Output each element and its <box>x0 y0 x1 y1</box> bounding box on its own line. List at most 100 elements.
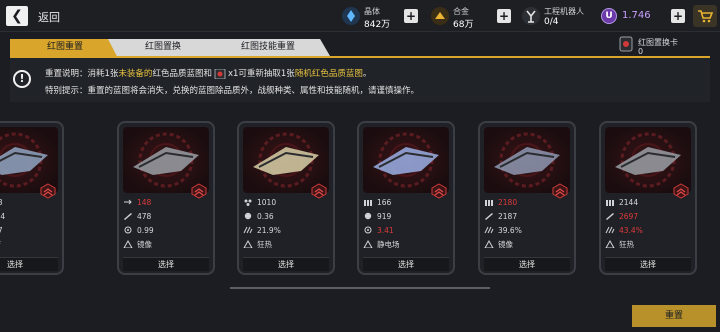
exchange-card-count: 0 <box>638 47 644 56</box>
warning-icon: ! <box>13 70 31 88</box>
target-icon <box>364 226 372 234</box>
premium-currency-icon: U <box>601 8 617 24</box>
stat-value: 2187 <box>498 212 518 221</box>
tab-red-blueprint-skill-reset[interactable]: 红图技能重置 <box>206 39 330 56</box>
ammo-icon <box>606 200 614 206</box>
add-alloy-button[interactable]: + <box>497 9 511 23</box>
stat-value: 镜像 <box>498 240 513 249</box>
stat-value: 2697 <box>619 212 639 221</box>
stat-row: 0.99 <box>123 225 209 237</box>
stat-value: 148 <box>137 198 152 207</box>
reset-button[interactable]: 重置 <box>632 305 716 327</box>
stat-value: 39.6% <box>498 226 522 235</box>
shop-button[interactable] <box>693 5 717 27</box>
stat-row: 21.9% <box>243 225 329 237</box>
resource-robot-name: 工程机器人 <box>544 7 584 16</box>
tab-red-blueprint-reset[interactable]: 红图重置 <box>10 39 120 56</box>
stat-row: 1054 <box>0 211 58 223</box>
stat-row: 166 <box>363 197 449 209</box>
alloy-icon <box>431 7 449 25</box>
top-bar: ❮ 返回 晶体 842万 + 合金 68万 + 工程机器人 0/4 U 1.74… <box>0 0 720 32</box>
missile-icon <box>606 213 614 220</box>
resource-alloy-value: 68万 <box>453 20 474 30</box>
skill-icon <box>363 240 373 248</box>
notice-text: x1可重新抽取1张 <box>227 69 295 79</box>
notice-line-2: 特别提示：重置的蓝图将会消失，兑换的蓝图除品质外，战舰种类、属性和技能随机，请谨… <box>45 86 420 96</box>
stat-row: 148 <box>123 197 209 209</box>
shield-icon <box>244 212 252 220</box>
stat-row: 静电场 <box>363 239 449 251</box>
ammo-icon <box>485 200 493 206</box>
shield-icon <box>364 212 372 220</box>
stat-value: 治疗 <box>0 240 1 249</box>
resource-alloy-name: 合金 <box>453 7 469 16</box>
stat-value: 0.99 <box>137 226 154 235</box>
notice-highlight: 未装备的 <box>118 69 153 79</box>
stat-value: 狂热 <box>257 240 272 249</box>
select-button[interactable]: 选择 <box>484 257 570 271</box>
resource-crystal-name: 晶体 <box>364 7 380 16</box>
select-button[interactable]: 选择 <box>243 257 329 271</box>
stat-row: 66.3 <box>0 197 58 209</box>
stat-row: 2180 <box>484 197 570 209</box>
stat-value: 1010 <box>257 198 277 207</box>
resource-crystal-value: 842万 <box>364 20 391 30</box>
stat-row: 919 <box>363 211 449 223</box>
blueprint-card[interactable]: 1010 0.36 21.9% 狂热选择 <box>237 121 335 275</box>
stat-row: 狂热 <box>243 239 329 251</box>
notice-line-1: 重置说明：消耗1张未装备的红色品质蓝图和 x1可重新抽取1张随机红色品质蓝图。 <box>45 67 371 79</box>
stat-value: 0.36 <box>257 212 274 221</box>
back-button[interactable]: ❮ <box>6 6 28 26</box>
blueprint-card[interactable]: 2144 2697 43.4% 狂热 选择 <box>599 121 697 275</box>
add-crystal-button[interactable]: + <box>404 9 418 23</box>
stat-value: 478 <box>137 212 152 221</box>
blueprint-card[interactable]: 66.3 1054 0.87 治疗选择 <box>0 121 64 275</box>
skill-icon <box>243 240 253 248</box>
notice-text: 。 <box>362 69 372 79</box>
premium-currency-value: 1.746 <box>622 10 651 21</box>
blueprint-card[interactable]: 166 919 3.41 静电场选择 <box>357 121 455 275</box>
stat-row: 1010 <box>243 197 329 209</box>
stat-row: 0.87 <box>0 225 58 237</box>
notice-text: 重置说明：消耗1张 <box>45 69 119 79</box>
horizontal-scrollbar[interactable] <box>230 287 490 289</box>
stat-row: 2144 <box>605 197 691 209</box>
select-button[interactable]: 选择 <box>123 257 209 271</box>
resource-robot-value: 0/4 <box>544 17 559 27</box>
missile-icon <box>485 213 493 220</box>
blueprint-card[interactable]: 2180 2187 39.6% 镜像选择 <box>478 121 576 275</box>
chevron-left-icon: ❮ <box>11 8 23 24</box>
add-premium-button[interactable]: + <box>671 9 685 23</box>
exchange-card-name: 红图置换卡 <box>638 38 678 47</box>
stat-value: 43.4% <box>619 226 643 235</box>
stat-value: 2144 <box>619 198 639 207</box>
stat-value: 1054 <box>0 212 6 221</box>
crit-icon <box>484 226 494 234</box>
blueprint-card[interactable]: 148 478 0.99 镜像选择 <box>117 121 215 275</box>
stat-value: 919 <box>377 212 392 221</box>
stat-row: 3.41 <box>363 225 449 237</box>
stat-value: 静电场 <box>377 240 400 249</box>
select-button[interactable]: 选择 <box>363 257 449 271</box>
stat-row: 治疗 <box>0 239 58 251</box>
exchange-card-icon <box>214 68 226 79</box>
notice-highlight: 随机红色品质蓝图 <box>294 69 363 79</box>
select-button[interactable]: 选择 <box>0 257 58 271</box>
crit-icon <box>243 226 253 234</box>
target-icon <box>124 226 132 234</box>
stat-value: 166 <box>377 198 392 207</box>
stat-row: 39.6% <box>484 225 570 237</box>
ammo-icon <box>364 200 372 206</box>
stat-row: 镜像 <box>123 239 209 251</box>
skill-icon <box>605 240 615 248</box>
tab-red-blueprint-exchange[interactable]: 红图置换 <box>108 39 218 56</box>
stat-row: 478 <box>123 211 209 223</box>
notice-text: 红色品质蓝图和 <box>152 69 212 79</box>
stat-value: 21.9% <box>257 226 281 235</box>
stat-value: 0.87 <box>0 226 3 235</box>
stat-value: 66.3 <box>0 198 3 207</box>
crit-icon <box>605 226 615 234</box>
crystal-icon <box>342 7 360 25</box>
stat-row: 43.4% <box>605 225 691 237</box>
select-button[interactable]: 选择 <box>605 257 691 271</box>
